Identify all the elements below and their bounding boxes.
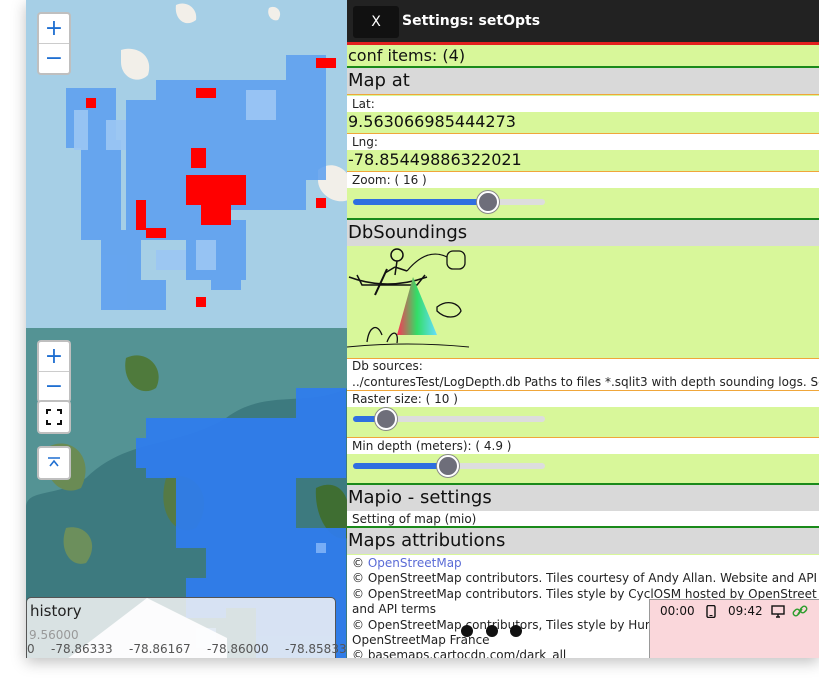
fullscreen-icon bbox=[46, 409, 62, 425]
raster-size-slider[interactable] bbox=[353, 408, 545, 430]
history-widget[interactable]: history 9.56000 0 -78.86333 -78.86167 -7… bbox=[26, 597, 347, 658]
shallow-cell bbox=[196, 297, 206, 307]
depth-cell bbox=[136, 280, 166, 310]
attribution-prefix: © bbox=[352, 556, 368, 570]
history-y-tick: 9.56000 bbox=[29, 628, 79, 642]
depth-cell bbox=[196, 240, 216, 270]
link-icon bbox=[792, 605, 808, 617]
raster-slider-knob[interactable] bbox=[375, 408, 397, 430]
zoom-control-bottom: + − bbox=[37, 340, 71, 403]
section-map-at: Map at bbox=[347, 68, 819, 94]
zoom-out-button[interactable]: − bbox=[39, 43, 69, 73]
conf-items: conf items: (4) bbox=[348, 46, 466, 65]
phone-icon bbox=[706, 605, 716, 618]
depth-cell bbox=[296, 388, 346, 428]
history-x-tick: -78.86167 bbox=[129, 642, 191, 656]
shallow-cell bbox=[316, 58, 336, 68]
status-widget[interactable]: 00:00 09:42 bbox=[649, 599, 819, 658]
depth-cell bbox=[101, 230, 141, 310]
raster-size-label: Raster size: ( 10 ) bbox=[347, 391, 819, 407]
mapio-note: Setting of map (mio) bbox=[347, 511, 819, 527]
db-sources-value[interactable]: ../conturesTest/LogDepth.db Paths to fil… bbox=[347, 374, 819, 390]
close-button[interactable]: X bbox=[353, 6, 399, 38]
status-time-right: 09:42 bbox=[728, 604, 763, 618]
db-sources-label: Db sources: bbox=[347, 359, 819, 374]
min-depth-slider-fill bbox=[353, 463, 445, 469]
zoom-in-button[interactable]: + bbox=[39, 14, 69, 43]
shallow-cell bbox=[201, 200, 231, 225]
section-dbsoundings: DbSoundings bbox=[347, 220, 819, 246]
depth-cell bbox=[156, 250, 186, 270]
depth-cell bbox=[316, 543, 326, 553]
zoom-label: Zoom: ( 16 ) bbox=[347, 172, 819, 188]
shallow-cell bbox=[191, 148, 206, 168]
zoom-control-top: + − bbox=[37, 12, 71, 75]
min-depth-slider-knob[interactable] bbox=[437, 455, 459, 477]
page-dot[interactable] bbox=[486, 625, 498, 637]
depth-raster-layer bbox=[66, 3, 348, 310]
history-x-tick: -78.86000 bbox=[207, 642, 269, 656]
shallow-cell bbox=[86, 98, 96, 108]
shallow-cell bbox=[136, 200, 146, 230]
fullscreen-button[interactable] bbox=[37, 400, 71, 434]
depth-cell bbox=[226, 448, 266, 478]
depth-cell bbox=[211, 270, 241, 290]
settings-title: Settings: setOpts bbox=[402, 13, 541, 29]
zoom-slider[interactable] bbox=[353, 191, 545, 213]
page-dot[interactable] bbox=[461, 625, 473, 637]
collapse-up-icon bbox=[48, 457, 60, 467]
status-time-left: 00:00 bbox=[660, 604, 695, 618]
shallow-cell bbox=[146, 228, 166, 238]
history-x-tick: -78.85833 bbox=[285, 642, 347, 656]
lng-label: Lng: bbox=[347, 134, 819, 150]
depth-cell bbox=[106, 120, 126, 150]
divider bbox=[347, 94, 819, 95]
depth-cell bbox=[81, 140, 121, 240]
zoom-slider-fill bbox=[353, 199, 485, 205]
depth-raster-map[interactable]: + − bbox=[26, 0, 348, 328]
island-shape bbox=[175, 3, 197, 24]
depth-cell bbox=[246, 90, 276, 120]
page-dot[interactable] bbox=[510, 625, 522, 637]
zoom-in-button-2[interactable]: + bbox=[39, 342, 69, 371]
history-x-tick: -78.86333 bbox=[51, 642, 113, 656]
lng-value[interactable]: -78.85449886322021 bbox=[347, 150, 819, 170]
island-shape bbox=[268, 6, 281, 21]
shallow-cell bbox=[316, 198, 326, 208]
attribution-item: © OpenStreetMap bbox=[347, 555, 819, 571]
section-attributions: Maps attributions bbox=[347, 528, 819, 554]
zoom-out-button-2[interactable]: − bbox=[39, 371, 69, 401]
sounding-illustration bbox=[347, 248, 470, 348]
monitor-icon bbox=[771, 605, 785, 618]
depth-cell bbox=[136, 438, 156, 468]
settings-panel: X Settings: setOpts conf items: (4) Map … bbox=[347, 0, 819, 658]
attribution-item: © OpenStreetMap contributors. Tiles cour… bbox=[352, 571, 818, 585]
osm-link[interactable]: OpenStreetMap bbox=[368, 556, 462, 570]
depth-cell bbox=[74, 110, 88, 150]
lat-value[interactable]: 9.563066985444273 bbox=[347, 112, 819, 132]
lat-label: Lat: bbox=[347, 96, 819, 112]
min-depth-slider[interactable] bbox=[353, 455, 545, 477]
section-mapio: Mapio - settings bbox=[347, 485, 819, 511]
island-shape bbox=[121, 48, 150, 80]
app-frame: + − + − history 9.56000 0 -78.86333 -78.… bbox=[26, 0, 819, 658]
shallow-cell bbox=[196, 88, 216, 98]
min-depth-label: Min depth (meters): ( 4.9 ) bbox=[347, 438, 819, 454]
zoom-slider-knob[interactable] bbox=[477, 191, 499, 213]
settings-header: X Settings: setOpts bbox=[347, 0, 819, 45]
history-x-tick: 0 bbox=[27, 642, 35, 656]
collapse-button[interactable] bbox=[37, 446, 71, 480]
